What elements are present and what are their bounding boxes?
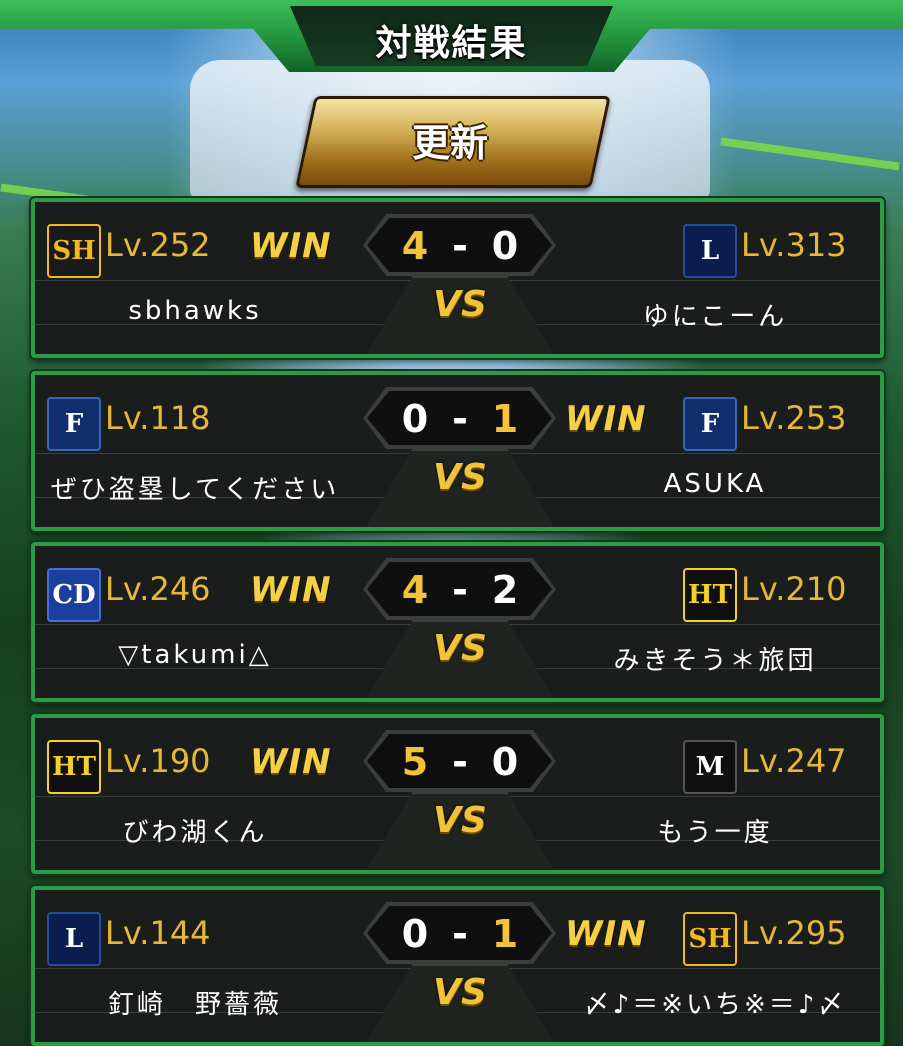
team-logo-icon: F — [683, 397, 737, 451]
score-left: 5 — [401, 740, 429, 784]
team-logo-icon: HT — [683, 568, 737, 622]
player-level: Lv.313 — [741, 226, 847, 264]
player-name-left: 釘崎 野薔薇 — [107, 990, 282, 1020]
player-name-left: ぜひ盗塁してください — [50, 475, 340, 505]
page-title: 対戦結果 — [375, 23, 528, 64]
score-dash: - — [452, 912, 468, 956]
team-logo-icon: CD — [47, 568, 101, 622]
vs-label: VS — [433, 972, 487, 1013]
player-level: Lv.118 — [105, 399, 211, 437]
score-right: 0 — [491, 224, 519, 268]
score-right: 1 — [491, 397, 519, 441]
win-badge: WIN — [250, 742, 332, 782]
match-card[interactable]: F Lv.118 0 - 1 WIN F Lv.253 VS ぜひ盗塁してくださ… — [31, 371, 884, 531]
score-dash: - — [452, 568, 468, 612]
player-level: Lv.247 — [741, 742, 847, 780]
score-right: 2 — [491, 568, 519, 612]
vs-label: VS — [433, 284, 487, 325]
score-dash: - — [452, 740, 468, 784]
win-badge: WIN — [250, 226, 332, 266]
player-level: Lv.246 — [105, 570, 211, 608]
win-badge: WIN — [565, 399, 647, 439]
win-badge: WIN — [565, 914, 647, 954]
team-logo-icon: L — [47, 912, 101, 966]
vs-label: VS — [433, 628, 487, 669]
score-left: 4 — [401, 568, 429, 612]
team-logo-icon: SH — [683, 912, 737, 966]
win-badge: WIN — [250, 570, 332, 610]
player-name-right: ASUKA — [663, 469, 767, 499]
match-card[interactable]: L Lv.144 0 - 1 WIN SH Lv.295 VS 釘崎 野薔薇 〆… — [31, 886, 884, 1046]
team-logo-icon: SH — [47, 224, 101, 278]
vs-label: VS — [433, 800, 487, 841]
player-level: Lv.210 — [741, 570, 847, 608]
team-logo-icon: M — [683, 740, 737, 794]
player-name-left: びわ湖くん — [122, 818, 268, 848]
team-logo-icon: L — [683, 224, 737, 278]
match-card[interactable]: HT Lv.190 WIN 5 - 0 M Lv.247 VS びわ湖くん もう… — [31, 714, 884, 874]
player-level: Lv.144 — [105, 914, 211, 952]
player-level: Lv.295 — [741, 914, 847, 952]
score-dash: - — [452, 224, 468, 268]
score-right: 1 — [491, 912, 519, 956]
player-name-right: もう一度 — [657, 818, 773, 848]
player-level: Lv.252 — [105, 226, 211, 264]
player-name-right: 〆♪＝※いち※＝♪〆 — [583, 990, 847, 1020]
player-level: Lv.190 — [105, 742, 211, 780]
team-logo-icon: HT — [47, 740, 101, 794]
player-name-left: sbhawks — [128, 296, 262, 326]
player-name-right: ゆにこーん — [642, 302, 788, 332]
player-level: Lv.253 — [741, 399, 847, 437]
player-name-right: みきそう＊旅団 — [613, 646, 817, 676]
match-card[interactable]: SH Lv.252 WIN 4 - 0 L Lv.313 VS sbhawks … — [31, 198, 884, 358]
decorative-stripe — [720, 137, 900, 171]
match-card[interactable]: CD Lv.246 WIN 4 - 2 HT Lv.210 VS ▽takumi… — [31, 542, 884, 702]
player-name-left: ▽takumi△ — [118, 640, 272, 670]
vs-label: VS — [433, 457, 487, 498]
score-right: 0 — [491, 740, 519, 784]
score-dash: - — [452, 397, 468, 441]
team-logo-icon: F — [47, 397, 101, 451]
refresh-button-label[interactable]: 更新 — [305, 112, 595, 167]
score-left: 0 — [401, 397, 429, 441]
score-left: 4 — [401, 224, 429, 268]
score-left: 0 — [401, 912, 429, 956]
